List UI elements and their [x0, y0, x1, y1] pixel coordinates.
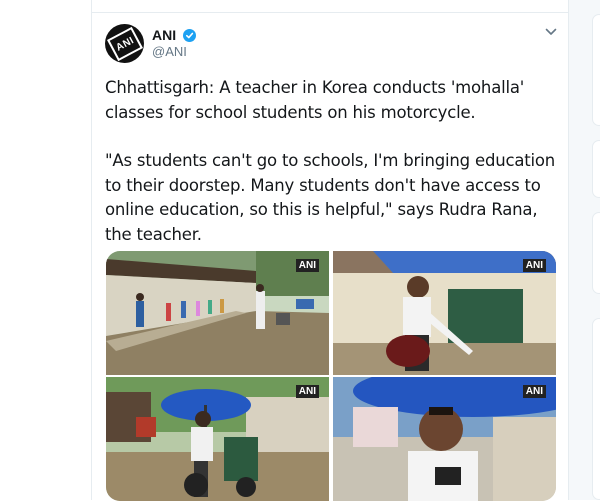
ani-watermark: ANI: [522, 385, 546, 398]
photo-teacher-writing-board[interactable]: ANI: [333, 251, 556, 375]
ani-logo: ANI: [106, 26, 143, 61]
photo-students-along-wall[interactable]: ANI: [106, 251, 329, 375]
media-grid: ANI ANI ANI ANI: [106, 251, 556, 501]
chevron-down-icon[interactable]: [544, 25, 558, 39]
tweet[interactable]: ANI ANI @ANI Chhattisgarh: A teacher in …: [92, 13, 568, 501]
photo-teacher-closeup[interactable]: ANI: [333, 377, 556, 501]
sidebar-card[interactable]: [592, 318, 600, 500]
sidebar-card[interactable]: [592, 14, 600, 126]
ani-watermark: ANI: [522, 259, 546, 272]
sidebar-card[interactable]: [592, 140, 600, 198]
author-handle[interactable]: @ANI: [152, 44, 187, 59]
photo-motorcycle-with-umbrella[interactable]: ANI: [106, 377, 329, 501]
verified-badge-icon: [183, 29, 196, 42]
left-margin: [0, 0, 92, 500]
tweet-paragraph: "As students can't go to schools, I'm br…: [105, 151, 556, 244]
author-name[interactable]: ANI: [152, 27, 176, 43]
ani-watermark: ANI: [295, 259, 319, 272]
tweet-paragraph: Chhattisgarh: A teacher in Korea conduct…: [105, 78, 525, 122]
ani-watermark: ANI: [295, 385, 319, 398]
tweet-text: Chhattisgarh: A teacher in Korea conduct…: [105, 76, 565, 247]
avatar-logo-text: ANI: [113, 34, 136, 53]
avatar[interactable]: ANI: [105, 24, 144, 63]
sidebar-card[interactable]: [592, 212, 600, 294]
